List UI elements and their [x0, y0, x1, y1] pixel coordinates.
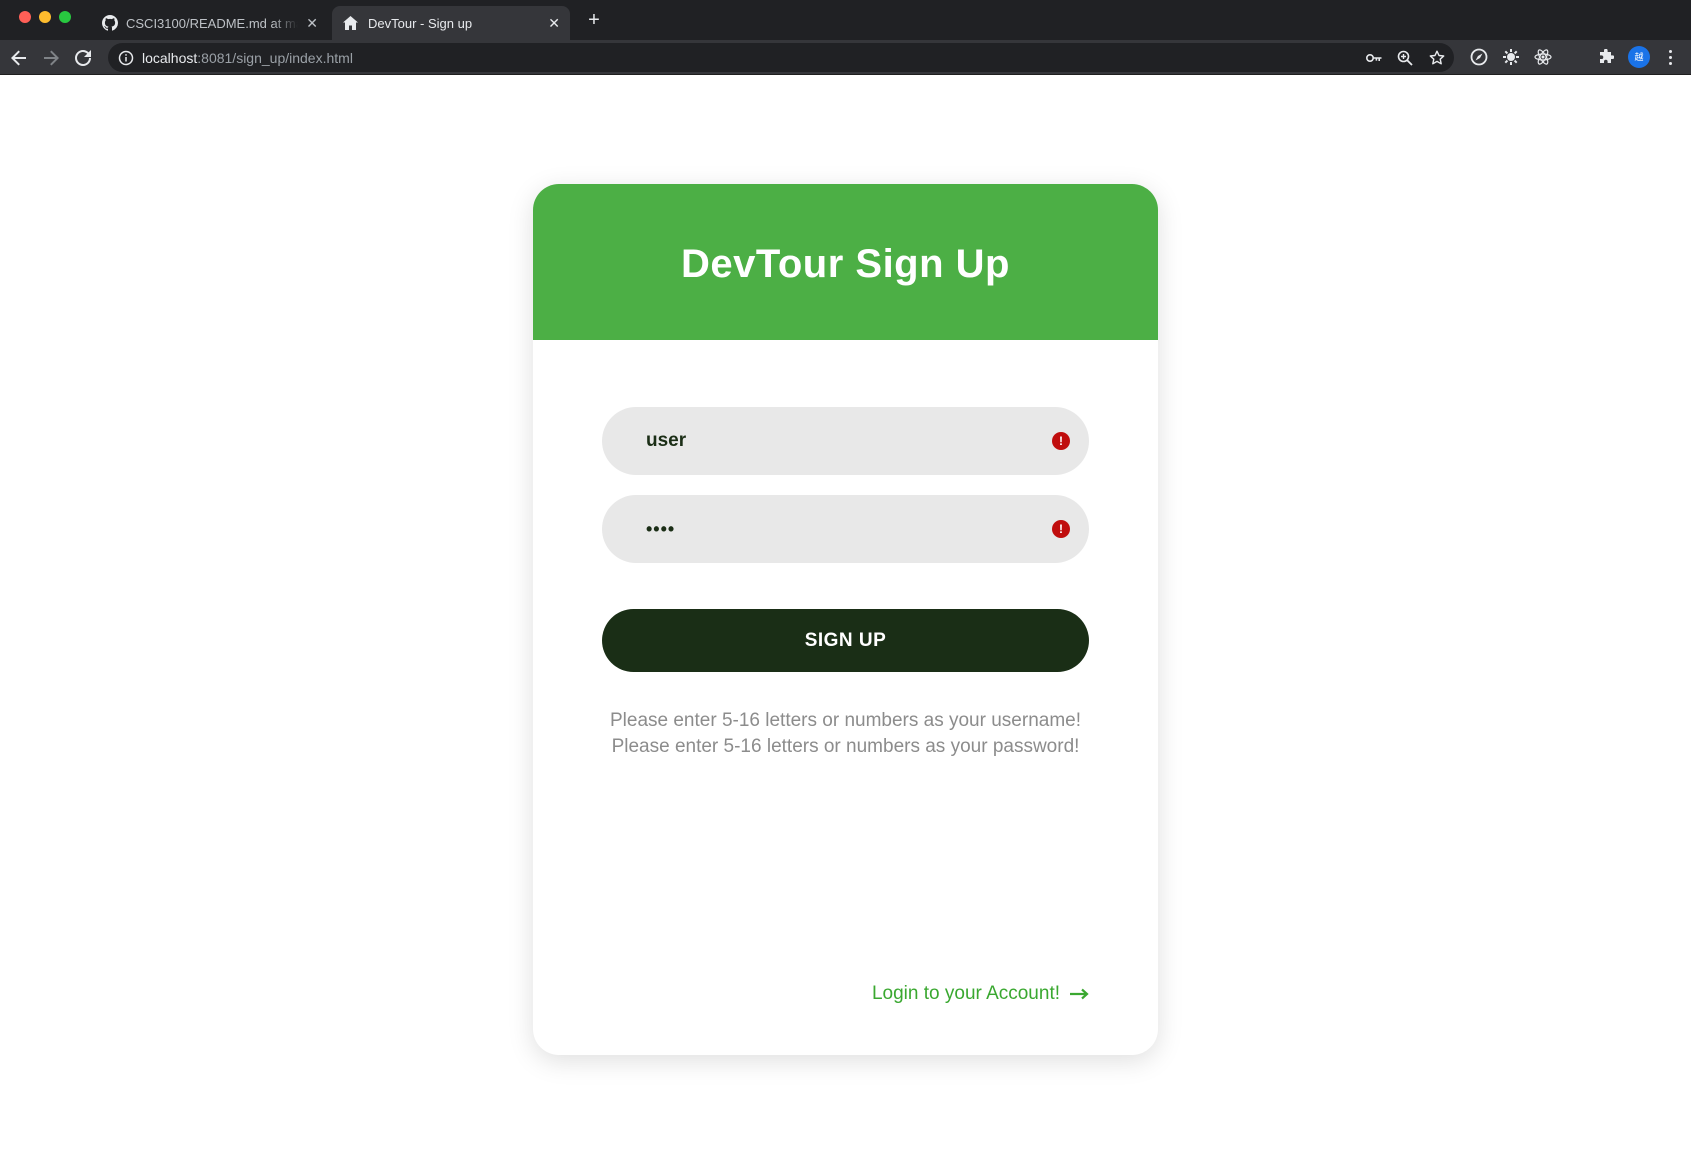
validation-messages: Please enter 5-16 letters or numbers as … [533, 708, 1158, 760]
page-title: DevTour Sign Up [681, 241, 1010, 286]
login-link[interactable]: Login to your Account! [872, 983, 1089, 1005]
password-field: ! [602, 495, 1089, 563]
browser-tab-bar: CSCI3100/README.md at master · ✕ DevTour… [0, 0, 1691, 40]
arrow-right-icon [1070, 988, 1089, 1000]
reload-icon [75, 50, 91, 66]
tab-github-readme[interactable]: CSCI3100/README.md at master · ✕ [92, 6, 328, 40]
back-button[interactable] [7, 46, 31, 70]
home-icon [342, 15, 358, 31]
profile-avatar[interactable]: 越 [1628, 46, 1650, 68]
github-icon [102, 15, 118, 31]
site-info-icon[interactable] [118, 50, 134, 66]
back-arrow-icon [11, 50, 26, 66]
address-bar[interactable]: localhost:8081/sign_up/index.html [108, 43, 1454, 72]
error-icon: ! [1052, 432, 1070, 450]
url-text: localhost:8081/sign_up/index.html [142, 50, 353, 66]
url-host: localhost [142, 49, 198, 66]
forward-arrow-icon [44, 50, 59, 66]
extension-compass-icon[interactable] [1469, 47, 1489, 67]
forward-button[interactable] [39, 46, 63, 70]
window-minimize-button[interactable] [39, 11, 51, 23]
zoom-icon[interactable] [1396, 49, 1414, 67]
tab-title: CSCI3100/README.md at master · [126, 15, 298, 31]
error-icon: ! [1052, 520, 1070, 538]
close-tab-icon[interactable]: ✕ [548, 15, 560, 32]
card-header: DevTour Sign Up [533, 184, 1158, 340]
close-tab-icon[interactable]: ✕ [306, 15, 318, 32]
browser-toolbar: localhost:8081/sign_up/index.html [0, 40, 1691, 75]
tab-title: DevTour - Sign up [368, 15, 473, 31]
username-field: ! [602, 407, 1089, 475]
extension-react-icon[interactable] [1533, 47, 1553, 67]
reload-button[interactable] [71, 46, 95, 70]
username-error-message: Please enter 5-16 letters or numbers as … [609, 710, 1081, 731]
tab-devtour-signup[interactable]: DevTour - Sign up ✕ [332, 6, 570, 40]
url-path: :8081/sign_up/index.html [197, 49, 353, 66]
username-input[interactable] [602, 407, 1089, 475]
window-close-button[interactable] [19, 11, 31, 23]
sign-up-button[interactable]: SIGN UP [602, 609, 1089, 672]
extensions-puzzle-icon[interactable] [1596, 47, 1616, 67]
bookmark-star-icon[interactable] [1428, 49, 1446, 67]
new-tab-button[interactable]: + [582, 8, 606, 32]
key-icon[interactable] [1365, 49, 1383, 67]
signup-card: DevTour Sign Up ! ! SIGN UP Please enter… [533, 184, 1158, 1055]
browser-menu-icon[interactable] [1662, 46, 1678, 68]
password-error-message: Please enter 5-16 letters or numbers as … [611, 736, 1080, 757]
login-link-label: Login to your Account! [871, 983, 1060, 1004]
password-input[interactable] [602, 495, 1089, 563]
extension-gear-icon[interactable] [1501, 47, 1521, 67]
window-maximize-button[interactable] [59, 11, 71, 23]
